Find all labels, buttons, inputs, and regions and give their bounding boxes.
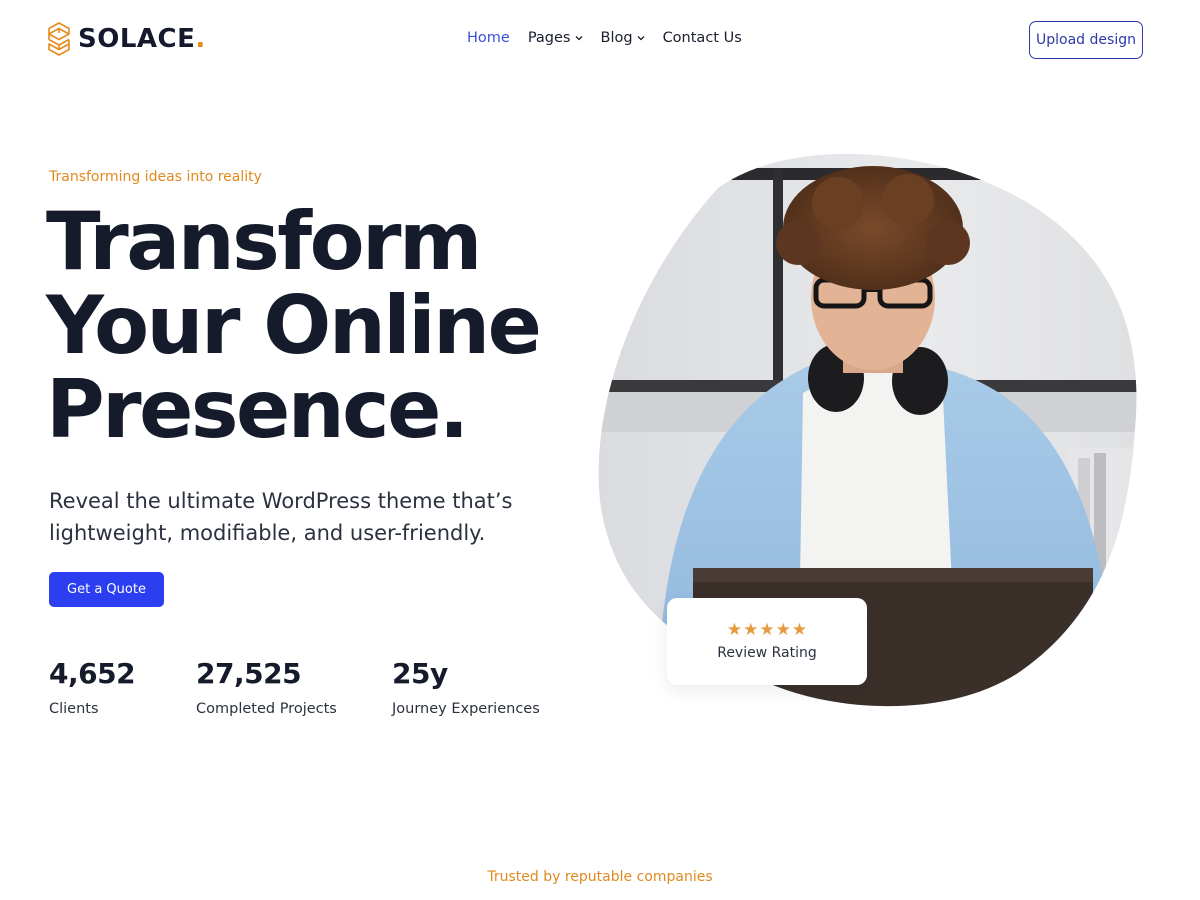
main-nav: Home Pages Blog Contact Us bbox=[467, 30, 742, 46]
hero-title-line: Presence. bbox=[46, 363, 469, 456]
get-quote-button[interactable]: Get a Quote bbox=[49, 572, 164, 607]
brand-name: SOLACE. bbox=[78, 24, 206, 54]
nav-item-label: Home bbox=[467, 30, 510, 46]
hero-subtitle: Reveal the ultimate WordPress theme that… bbox=[49, 489, 513, 545]
hero-title-line: Transform bbox=[46, 195, 482, 288]
site-header: SOLACE. Home Pages Blog Contact Us Uploa… bbox=[0, 0, 1200, 80]
stat-value: 4,652 bbox=[49, 657, 136, 690]
upload-design-button[interactable]: Upload design bbox=[1029, 21, 1143, 59]
star-icon: ★ bbox=[726, 620, 743, 640]
stat-projects: 27,525 Completed Projects bbox=[196, 655, 337, 717]
star-rating: ★ ★ ★ ★ ★ bbox=[727, 622, 807, 639]
stat-label: Journey Experiences bbox=[392, 701, 540, 717]
stat-experience: 25y Journey Experiences bbox=[392, 655, 540, 717]
nav-item-contact[interactable]: Contact Us bbox=[663, 30, 742, 46]
nav-item-label: Pages bbox=[527, 30, 571, 46]
trusted-by-heading: Trusted by reputable companies bbox=[487, 869, 713, 885]
hero-title-line: Your Online bbox=[46, 279, 542, 372]
review-rating-label: Review Rating bbox=[717, 645, 817, 661]
hero-title: Transform Your Online Presence. bbox=[46, 200, 586, 452]
stat-value: 25y bbox=[392, 657, 448, 690]
hexagon-s-logo-icon bbox=[48, 22, 70, 56]
nav-item-blog[interactable]: Blog bbox=[601, 30, 645, 46]
stat-clients: 4,652 Clients bbox=[49, 655, 136, 717]
brand-logo[interactable]: SOLACE. bbox=[48, 22, 206, 56]
star-icon: ★ bbox=[743, 620, 759, 640]
nav-item-pages[interactable]: Pages bbox=[528, 30, 583, 46]
nav-item-home[interactable]: Home bbox=[467, 30, 510, 46]
nav-item-label: Blog bbox=[600, 30, 633, 46]
star-icon: ★ bbox=[775, 620, 791, 640]
stat-label: Completed Projects bbox=[196, 701, 337, 717]
stat-value: 27,525 bbox=[196, 657, 302, 690]
star-icon: ★ bbox=[759, 620, 775, 640]
star-icon: ★ bbox=[791, 620, 808, 640]
nav-item-label: Contact Us bbox=[662, 30, 742, 46]
hero-eyebrow: Transforming ideas into reality bbox=[49, 169, 262, 185]
chevron-down-icon bbox=[575, 36, 582, 41]
stat-label: Clients bbox=[49, 701, 99, 717]
chevron-down-icon bbox=[637, 36, 645, 41]
review-rating-card: ★ ★ ★ ★ ★ Review Rating bbox=[667, 598, 867, 685]
